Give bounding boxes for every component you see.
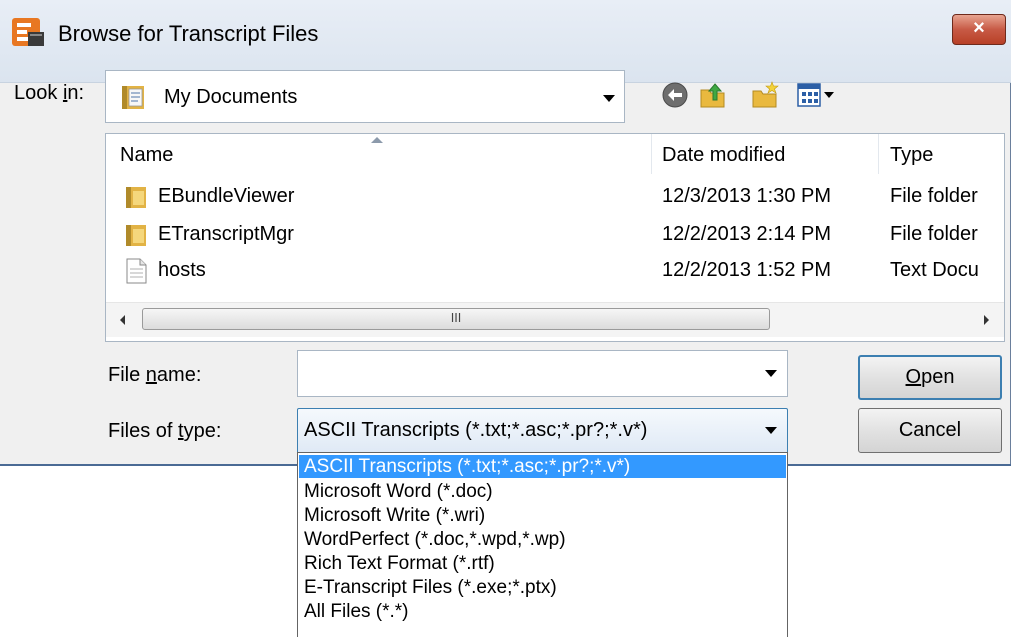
file-date: 12/3/2013 1:30 PM xyxy=(662,185,832,207)
scroll-right-icon[interactable] xyxy=(984,315,989,325)
file-date: 12/2/2013 1:52 PM xyxy=(662,259,832,281)
files-of-type-dropdown[interactable]: ASCII Transcripts (*.txt;*.asc;*.pr?;*.v… xyxy=(297,452,788,637)
file-date: 12/2/2013 2:14 PM xyxy=(662,223,832,245)
file-row[interactable]: hosts 12/2/2013 1:52 PM Text Docu xyxy=(106,256,1004,288)
look-in-value: My Documents xyxy=(164,86,298,108)
file-name-input[interactable] xyxy=(297,350,788,397)
column-header-name[interactable]: Name xyxy=(120,134,173,174)
column-divider[interactable] xyxy=(878,134,879,174)
chevron-down-icon[interactable] xyxy=(765,427,777,434)
look-in-label: Look in: xyxy=(14,82,85,104)
column-header-type[interactable]: Type xyxy=(890,134,933,174)
file-type: Text Docu xyxy=(890,259,979,281)
dropdown-option[interactable]: Rich Text Format (*.rtf) xyxy=(299,552,786,575)
files-of-type-select[interactable]: ASCII Transcripts (*.txt;*.asc;*.pr?;*.v… xyxy=(297,408,788,454)
cancel-button[interactable]: Cancel xyxy=(858,408,1002,453)
file-row[interactable]: EBundleViewer 12/3/2013 1:30 PM File fol… xyxy=(106,182,1004,214)
view-menu-icon[interactable] xyxy=(796,80,846,110)
file-name: EBundleViewer xyxy=(158,185,295,207)
dropdown-option[interactable]: WordPerfect (*.doc,*.wpd,*.wp) xyxy=(299,528,786,551)
column-divider[interactable] xyxy=(651,134,652,174)
scroll-left-icon[interactable] xyxy=(120,315,125,325)
app-icon xyxy=(12,18,44,46)
new-folder-icon[interactable] xyxy=(750,80,780,110)
window-title: Browse for Transcript Files xyxy=(58,21,319,46)
file-name: ETranscriptMgr xyxy=(158,223,294,245)
dropdown-option[interactable]: Microsoft Write (*.wri) xyxy=(299,504,786,527)
chevron-down-icon[interactable] xyxy=(765,370,777,377)
horizontal-scrollbar[interactable]: III xyxy=(106,302,1004,337)
file-row[interactable]: ETranscriptMgr 12/2/2013 2:14 PM File fo… xyxy=(106,220,1004,252)
files-of-type-value: ASCII Transcripts (*.txt;*.asc;*.pr?;*.v… xyxy=(304,419,648,441)
back-icon[interactable] xyxy=(660,80,690,110)
up-folder-icon[interactable] xyxy=(698,80,728,110)
scrollbar-thumb[interactable]: III xyxy=(142,308,770,330)
sort-ascending-icon xyxy=(371,137,383,143)
look-in-combo[interactable]: My Documents xyxy=(105,70,625,123)
documents-folder-icon xyxy=(122,86,144,109)
dropdown-option[interactable]: E-Transcript Files (*.exe;*.ptx) xyxy=(299,576,786,599)
file-name-label: File name: xyxy=(108,364,202,386)
folder-icon xyxy=(126,187,146,208)
dropdown-option[interactable]: Microsoft Word (*.doc) xyxy=(299,480,786,503)
browse-dialog: Browse for Transcript Files × Look in: M… xyxy=(0,0,1011,466)
file-list[interactable]: Name Date modified Type EBundleViewer 12… xyxy=(105,133,1005,342)
file-type: File folder xyxy=(890,223,978,245)
file-type: File folder xyxy=(890,185,978,207)
folder-icon xyxy=(126,225,146,246)
text-file-icon xyxy=(126,258,147,284)
files-of-type-label: Files of type: xyxy=(108,420,222,442)
chevron-down-icon[interactable] xyxy=(603,95,615,102)
column-header-date-modified[interactable]: Date modified xyxy=(662,134,785,174)
close-button[interactable]: × xyxy=(952,14,1006,45)
dropdown-option-selected[interactable]: ASCII Transcripts (*.txt;*.asc;*.pr?;*.v… xyxy=(299,455,786,478)
file-name: hosts xyxy=(158,259,206,281)
open-button[interactable]: Open xyxy=(858,355,1002,400)
dropdown-option[interactable]: All Files (*.*) xyxy=(299,600,786,623)
